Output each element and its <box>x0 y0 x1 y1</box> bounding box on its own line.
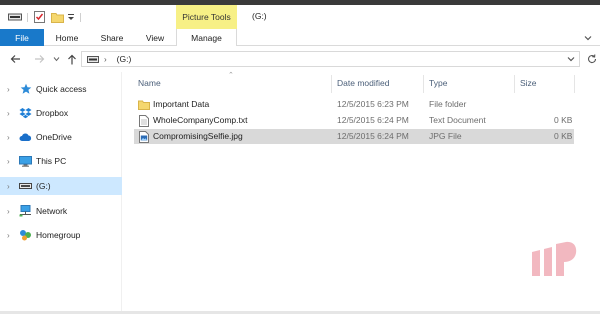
column-divider[interactable] <box>514 75 515 93</box>
expand-chevron-icon[interactable]: › <box>7 207 13 216</box>
refresh-icon[interactable] <box>587 54 597 64</box>
sidebar-item-dropbox[interactable]: › Dropbox <box>0 104 122 122</box>
navigation-bar: › (G:) <box>0 46 600 72</box>
column-header-size[interactable]: Size <box>520 78 537 88</box>
recent-locations-chevron-icon[interactable] <box>52 53 60 65</box>
file-date: 12/5/2015 6:23 PM <box>337 99 409 109</box>
file-list-pane: ⌃ Name Date modified Type Size Important… <box>123 72 600 314</box>
file-row-compromisingselfie[interactable]: CompromisingSelfie.jpg 12/5/2015 6:24 PM… <box>134 129 574 144</box>
sidebar-item-label: (G:) <box>36 181 51 191</box>
column-divider[interactable] <box>423 75 424 93</box>
computer-icon <box>19 155 32 167</box>
window-title: (G:) <box>252 11 267 21</box>
file-size: 0 KB <box>554 115 573 125</box>
text-file-icon <box>138 114 150 127</box>
expand-ribbon-chevron-icon[interactable] <box>584 34 592 42</box>
sidebar-item-label: Network <box>36 206 68 216</box>
star-icon <box>19 83 32 95</box>
dropbox-icon <box>19 107 32 119</box>
forward-arrow-icon[interactable] <box>33 53 45 65</box>
file-name: Important Data <box>153 99 210 109</box>
file-type: JPG File <box>429 131 462 141</box>
network-icon <box>19 205 32 217</box>
sidebar-item-quick-access[interactable]: › Quick access <box>0 80 122 98</box>
sidebar-item-label: Homegroup <box>36 230 81 240</box>
expand-chevron-icon[interactable]: › <box>7 85 13 94</box>
file-name: CompromisingSelfie.jpg <box>153 131 243 141</box>
sidebar-item-onedrive[interactable]: › OneDrive <box>0 128 122 146</box>
title-bar: Picture Tools (G:) <box>0 5 600 29</box>
column-header-date-modified[interactable]: Date modified <box>337 78 389 88</box>
expand-chevron-icon[interactable]: › <box>7 133 13 142</box>
file-type: File folder <box>429 99 467 109</box>
sidebar-item-homegroup[interactable]: › Homegroup <box>0 226 122 244</box>
customize-dropdown-icon[interactable] <box>67 11 75 23</box>
drive-icon <box>87 55 99 64</box>
tab-view[interactable]: View <box>135 29 175 46</box>
column-divider[interactable] <box>331 75 332 93</box>
sidebar-item-label: OneDrive <box>36 132 72 142</box>
breadcrumb-drive[interactable]: (G:) <box>117 54 132 64</box>
cloud-icon <box>19 131 32 143</box>
back-arrow-icon[interactable] <box>9 53 21 65</box>
drive-icon <box>19 180 32 192</box>
expand-chevron-icon[interactable]: › <box>7 157 13 166</box>
file-date: 12/5/2015 6:24 PM <box>337 115 409 125</box>
file-type: Text Document <box>429 115 486 125</box>
sidebar-item-label: Quick access <box>36 84 87 94</box>
tab-manage[interactable]: Manage <box>176 29 237 47</box>
sidebar-item-this-pc[interactable]: › This PC <box>0 152 122 170</box>
expand-chevron-icon[interactable]: › <box>7 109 13 118</box>
up-arrow-icon[interactable] <box>66 53 78 65</box>
file-row-wholecompanycomp[interactable]: WholeCompanyComp.txt 12/5/2015 6:24 PM T… <box>134 113 574 128</box>
expand-chevron-icon[interactable]: › <box>7 231 13 240</box>
navigation-pane: › Quick access › Dropbox › OneDrive › Th… <box>0 72 122 314</box>
sidebar-item-label: This PC <box>36 156 67 166</box>
column-header-type[interactable]: Type <box>429 78 447 88</box>
address-dropdown-icon[interactable] <box>567 55 575 63</box>
sidebar-item-network[interactable]: › Network <box>0 202 122 220</box>
picture-tools-context-label: Picture Tools <box>176 5 237 29</box>
toolbar-divider <box>80 13 81 22</box>
sort-ascending-icon: ⌃ <box>228 72 234 79</box>
tab-file[interactable]: File <box>0 29 44 46</box>
toolbar-divider <box>27 13 28 22</box>
breadcrumb-chevron-icon[interactable]: › <box>104 55 107 64</box>
drive-icon[interactable] <box>8 11 22 23</box>
image-file-icon <box>138 130 150 143</box>
file-size: 0 KB <box>554 131 573 141</box>
ribbon-tabs: File Home Share View Manage <box>0 29 600 47</box>
sidebar-item-drive-g[interactable]: › (G:) <box>0 177 122 195</box>
address-bar[interactable]: › (G:) <box>81 51 580 67</box>
expand-chevron-icon[interactable]: › <box>7 182 13 191</box>
tab-home[interactable]: Home <box>46 29 88 46</box>
homegroup-icon <box>19 229 32 241</box>
file-date: 12/5/2015 6:24 PM <box>337 131 409 141</box>
sidebar-item-label: Dropbox <box>36 108 69 118</box>
new-folder-icon[interactable] <box>51 11 64 23</box>
watermark-logo <box>530 238 578 278</box>
folder-icon <box>138 98 150 111</box>
file-name: WholeCompanyComp.txt <box>153 115 248 125</box>
column-divider[interactable] <box>574 75 575 93</box>
tab-share[interactable]: Share <box>91 29 133 46</box>
properties-check-icon[interactable] <box>33 11 45 23</box>
column-header-name[interactable]: Name <box>138 78 161 88</box>
file-row-important-data[interactable]: Important Data 12/5/2015 6:23 PM File fo… <box>134 97 574 112</box>
